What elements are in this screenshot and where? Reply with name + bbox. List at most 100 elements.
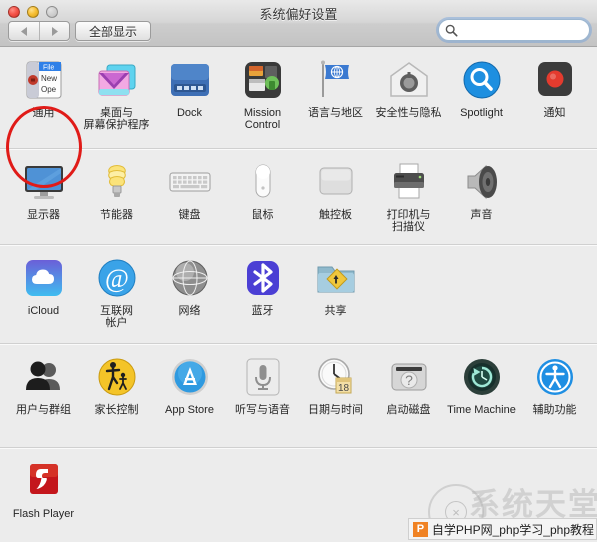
pref-item-spotlight[interactable]: Spotlight: [445, 47, 518, 136]
back-button[interactable]: [9, 22, 39, 40]
pref-item-label: 启动磁盘: [386, 404, 431, 416]
pref-row-personal: File New Ope 通用 桌面与 屏幕保护程序 Dock Mission …: [0, 47, 597, 149]
show-all-button[interactable]: 全部显示: [75, 21, 152, 41]
pref-item-dock[interactable]: Dock: [153, 47, 226, 136]
watermark-badge: P: [412, 521, 428, 537]
pref-item-label: 键盘: [178, 209, 201, 221]
pref-item-label: 蓝牙: [251, 305, 274, 317]
mission-control-icon: [239, 56, 287, 104]
system-preferences-window: 系统偏好设置 全部显示 File New Ope 通用 桌面与 屏幕保护程序 D…: [0, 0, 597, 542]
pref-item-general[interactable]: File New Ope 通用: [7, 47, 80, 136]
pref-item-sharing[interactable]: 共享: [299, 245, 372, 334]
watermark-bottom-bar: P 自学PHP网_php学习_php教程: [407, 518, 597, 540]
sharing-icon: [312, 254, 360, 302]
date-time-icon: 18: [312, 353, 360, 401]
pref-item-app-store[interactable]: App Store: [153, 344, 226, 421]
pref-item-mouse[interactable]: 鼠标: [226, 149, 299, 238]
pref-item-label: 打印机与 扫描仪: [386, 209, 431, 233]
bluetooth-icon: [239, 254, 287, 302]
pref-item-sound[interactable]: 声音: [445, 149, 518, 238]
keyboard-icon: [166, 158, 214, 206]
mouse-icon: [239, 158, 287, 206]
pref-item-security-privacy[interactable]: 安全性与隐私: [372, 47, 445, 136]
navigation-buttons: [8, 21, 70, 41]
pref-item-label: Time Machine: [447, 404, 516, 416]
network-icon: [166, 254, 214, 302]
internet-accounts-icon: @: [93, 254, 141, 302]
accessibility-icon: [531, 353, 579, 401]
pref-row-system: 用户与群组 家长控制 App Store 听写与语音 18 日期与时间 ? 启动…: [0, 344, 597, 448]
watermark-bottom-text: 自学PHP网_php学习_php教程: [431, 522, 594, 537]
pref-item-energy-saver[interactable]: 节能器: [80, 149, 153, 238]
desktop-screensaver-icon: [93, 56, 141, 104]
general-icon: File New Ope: [20, 56, 68, 104]
chevron-left-icon: [20, 26, 27, 36]
pref-item-label: 共享: [324, 305, 347, 317]
dock-icon: [166, 56, 214, 104]
icloud-icon: [20, 254, 68, 302]
pref-item-label: Mission Control: [243, 107, 282, 131]
displays-icon: [20, 158, 68, 206]
pref-item-label: 听写与语音: [235, 404, 290, 416]
pref-item-notifications[interactable]: 通知: [518, 47, 591, 136]
pref-item-users-groups[interactable]: 用户与群组: [7, 344, 80, 421]
pref-item-keyboard[interactable]: 键盘: [153, 149, 226, 238]
svg-text:@: @: [105, 264, 129, 293]
pref-item-language-region[interactable]: 语言与地区: [299, 47, 372, 136]
language-region-icon: [312, 56, 360, 104]
pref-item-network[interactable]: 网络: [153, 245, 226, 334]
title-bar: 系统偏好设置 全部显示: [0, 0, 597, 47]
svg-text:New: New: [41, 74, 57, 83]
pref-item-label: Spotlight: [460, 107, 503, 119]
forward-button[interactable]: [39, 22, 69, 40]
pref-item-label: 节能器: [100, 209, 133, 221]
search-icon: [445, 24, 458, 37]
pref-item-label: 显示器: [27, 209, 60, 221]
pref-item-time-machine[interactable]: Time Machine: [445, 344, 518, 421]
parental-controls-icon: [93, 353, 141, 401]
pref-item-label: 网络: [178, 305, 201, 317]
pref-item-label: iCloud: [27, 305, 60, 317]
dictation-speech-icon: [239, 353, 287, 401]
flash-player-icon: [20, 457, 68, 505]
pref-item-date-time[interactable]: 18 日期与时间: [299, 344, 372, 421]
pref-item-printers-scanners[interactable]: 打印机与 扫描仪: [372, 149, 445, 238]
pref-item-label: 通知: [543, 107, 566, 119]
time-machine-icon: [458, 353, 506, 401]
pref-item-label: 通用: [32, 107, 55, 119]
pref-item-label: 鼠标: [251, 209, 274, 221]
pref-item-trackpad[interactable]: 触控板: [299, 149, 372, 238]
pref-item-label: 家长控制: [94, 404, 139, 416]
svg-text:18: 18: [337, 383, 349, 394]
pref-item-startup-disk[interactable]: ? 启动磁盘: [372, 344, 445, 421]
preferences-grid: File New Ope 通用 桌面与 屏幕保护程序 Dock Mission …: [0, 47, 597, 542]
pref-item-flash-player[interactable]: Flash Player: [7, 448, 80, 525]
startup-disk-icon: ?: [385, 353, 433, 401]
spotlight-icon: [458, 56, 506, 104]
pref-item-label: 桌面与 屏幕保护程序: [83, 107, 150, 131]
pref-item-icloud[interactable]: iCloud: [7, 245, 80, 334]
pref-item-displays[interactable]: 显示器: [7, 149, 80, 238]
pref-item-label: 语言与地区: [308, 107, 363, 119]
pref-item-label: 安全性与隐私: [375, 107, 442, 119]
pref-item-mission-control[interactable]: Mission Control: [226, 47, 299, 136]
search-field[interactable]: [438, 19, 597, 41]
security-privacy-icon: [385, 56, 433, 104]
pref-item-label: 用户与群组: [16, 404, 71, 416]
pref-item-label: 触控板: [319, 209, 352, 221]
pref-item-bluetooth[interactable]: 蓝牙: [226, 245, 299, 334]
pref-item-label: 日期与时间: [308, 404, 363, 416]
pref-item-label: Dock: [176, 107, 203, 119]
app-store-icon: [166, 353, 214, 401]
pref-item-parental-controls[interactable]: 家长控制: [80, 344, 153, 421]
pref-item-desktop-screensaver[interactable]: 桌面与 屏幕保护程序: [80, 47, 153, 136]
pref-row-hardware: 显示器 节能器 键盘 鼠标 触控板 打印机与 扫描仪 声音: [0, 149, 597, 245]
pref-item-label: 声音: [470, 209, 493, 221]
pref-item-internet-accounts[interactable]: @ 互联网 帐户: [80, 245, 153, 334]
pref-item-dictation-speech[interactable]: 听写与语音: [226, 344, 299, 421]
users-groups-icon: [20, 353, 68, 401]
search-input[interactable]: [458, 21, 597, 39]
pref-item-label: App Store: [165, 404, 214, 416]
pref-row-internet-wireless: iCloud @ 互联网 帐户 网络 蓝牙 共享: [0, 245, 597, 344]
pref-item-accessibility[interactable]: 辅助功能: [518, 344, 591, 421]
